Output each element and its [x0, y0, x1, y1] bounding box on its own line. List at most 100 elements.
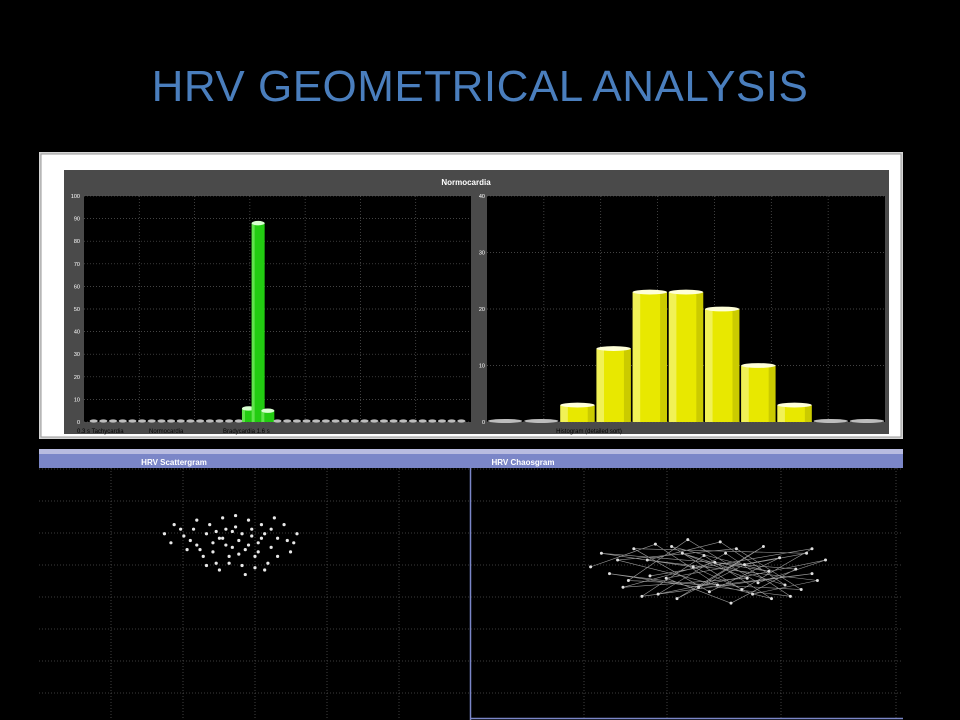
chaos-point: [788, 594, 792, 598]
y-tick-label: 30: [479, 251, 485, 257]
chaos-point: [815, 578, 819, 582]
bar-shadow: [587, 405, 595, 422]
chaos-point: [621, 585, 625, 589]
chaos-point: [810, 547, 814, 551]
empty-bar-cap: [849, 419, 885, 423]
scatter-point: [227, 561, 231, 565]
chaos-point: [640, 594, 644, 598]
top-panel-header: Normocardia: [441, 178, 491, 187]
xlabel-bradycardia: Bradycardia 1.6 s: [223, 429, 270, 435]
chaos-point: [734, 547, 738, 551]
chaos-point: [713, 560, 717, 564]
chaos-point: [740, 588, 744, 592]
empty-bar-cap: [157, 419, 166, 423]
empty-bar-cap: [99, 419, 108, 423]
xlabel-normocardia: Normocardia: [149, 429, 184, 435]
bar-highlight: [251, 223, 255, 422]
empty-bar-cap: [205, 419, 214, 423]
empty-bar-cap: [360, 419, 369, 423]
scatter-point: [259, 523, 264, 527]
scatter-point: [191, 527, 196, 531]
bar-highlight: [668, 292, 677, 422]
scatter-point: [250, 527, 254, 531]
scatter-point: [253, 554, 257, 558]
scatter-point: [198, 547, 202, 552]
scatter-point: [256, 541, 260, 545]
scatter-point: [259, 536, 264, 540]
scatter-point: [172, 523, 176, 527]
y-tick-label: 100: [71, 194, 80, 200]
chaos-point: [743, 563, 746, 567]
scatter-chaos-svg: HRV Scattergram HRV Chaosgram: [39, 449, 903, 720]
slide-title: HRV GEOMETRICAL ANALYSIS: [151, 62, 809, 111]
scatter-point: [246, 518, 251, 522]
y-tick-label: 40: [479, 194, 485, 200]
scatter-point: [185, 547, 189, 552]
bar-cap: [741, 363, 776, 368]
bar-highlight: [704, 309, 713, 422]
empty-bar-cap: [108, 419, 118, 423]
scatter-point: [201, 554, 205, 558]
scatter-point: [230, 545, 234, 549]
empty-bar-cap: [128, 419, 137, 423]
scatter-point: [253, 566, 257, 570]
empty-bar-cap: [273, 419, 282, 423]
bar-cap: [777, 402, 812, 408]
xlabel-tachycardia: 0.3 s Tachycardia: [77, 429, 124, 435]
chaos-point: [810, 572, 814, 576]
empty-bar-cap: [89, 419, 98, 423]
bar-cap: [251, 220, 265, 226]
empty-bar-cap: [321, 419, 330, 423]
chaos-point: [680, 551, 684, 555]
bar-shadow: [696, 292, 704, 422]
chaos-point: [718, 540, 722, 544]
empty-bar-cap: [302, 419, 311, 423]
empty-bar-cap: [118, 419, 127, 423]
chaos-point: [794, 567, 798, 571]
bar-cap: [596, 346, 631, 351]
chaos-point: [656, 592, 660, 596]
scatter-point: [266, 561, 270, 565]
bar-shadow: [804, 405, 812, 422]
scatter-point: [276, 536, 280, 540]
scatter-point: [217, 536, 222, 540]
chaos-point: [799, 588, 803, 592]
scatter-point: [182, 534, 186, 538]
y-tick-label: 10: [74, 397, 80, 403]
histogram-panel-svg: Normocardia 0 10 20 30 40 50 60 70 80 90 100 0 10 20…: [40, 153, 902, 438]
empty-bar-cap: [418, 419, 427, 423]
empty-bar-cap: [147, 419, 156, 423]
chaos-point: [767, 569, 771, 573]
scatter-point: [237, 538, 241, 543]
rhythm-class-plot: [84, 196, 471, 422]
bar-highlight: [596, 348, 605, 422]
scatter-point: [282, 523, 286, 527]
scatter-point: [217, 568, 222, 572]
chaos-point: [783, 583, 787, 587]
scatter-point: [169, 541, 173, 545]
scatter-point: [211, 550, 215, 554]
histogram-panel: Normocardia 0 10 20 30 40 50 60 70 80 90 100 0 10 20…: [39, 152, 903, 439]
chaosgram-plot: [471, 468, 903, 720]
chaos-point: [632, 547, 636, 551]
chaos-point: [645, 558, 649, 562]
scatter-point: [288, 550, 293, 554]
scatter-point: [211, 541, 215, 545]
scatter-point: [240, 532, 244, 536]
empty-bar-cap: [379, 419, 388, 423]
bar-cap: [560, 402, 595, 408]
scatter-point: [214, 561, 218, 565]
scatter-point: [208, 523, 212, 527]
scatter-point: [221, 516, 225, 520]
chaosgram-header: HRV Chaosgram: [492, 458, 555, 467]
chaos-point: [648, 574, 652, 578]
scatter-point: [204, 563, 209, 568]
scatter-point: [224, 543, 228, 547]
scatter-point: [240, 563, 244, 568]
chaos-point: [745, 576, 749, 580]
scatter-point: [263, 568, 267, 572]
scattergram-plot: [39, 468, 470, 720]
y-tick-label: 30: [74, 352, 80, 358]
scatter-point: [263, 532, 267, 536]
empty-bar-cap: [389, 419, 398, 423]
